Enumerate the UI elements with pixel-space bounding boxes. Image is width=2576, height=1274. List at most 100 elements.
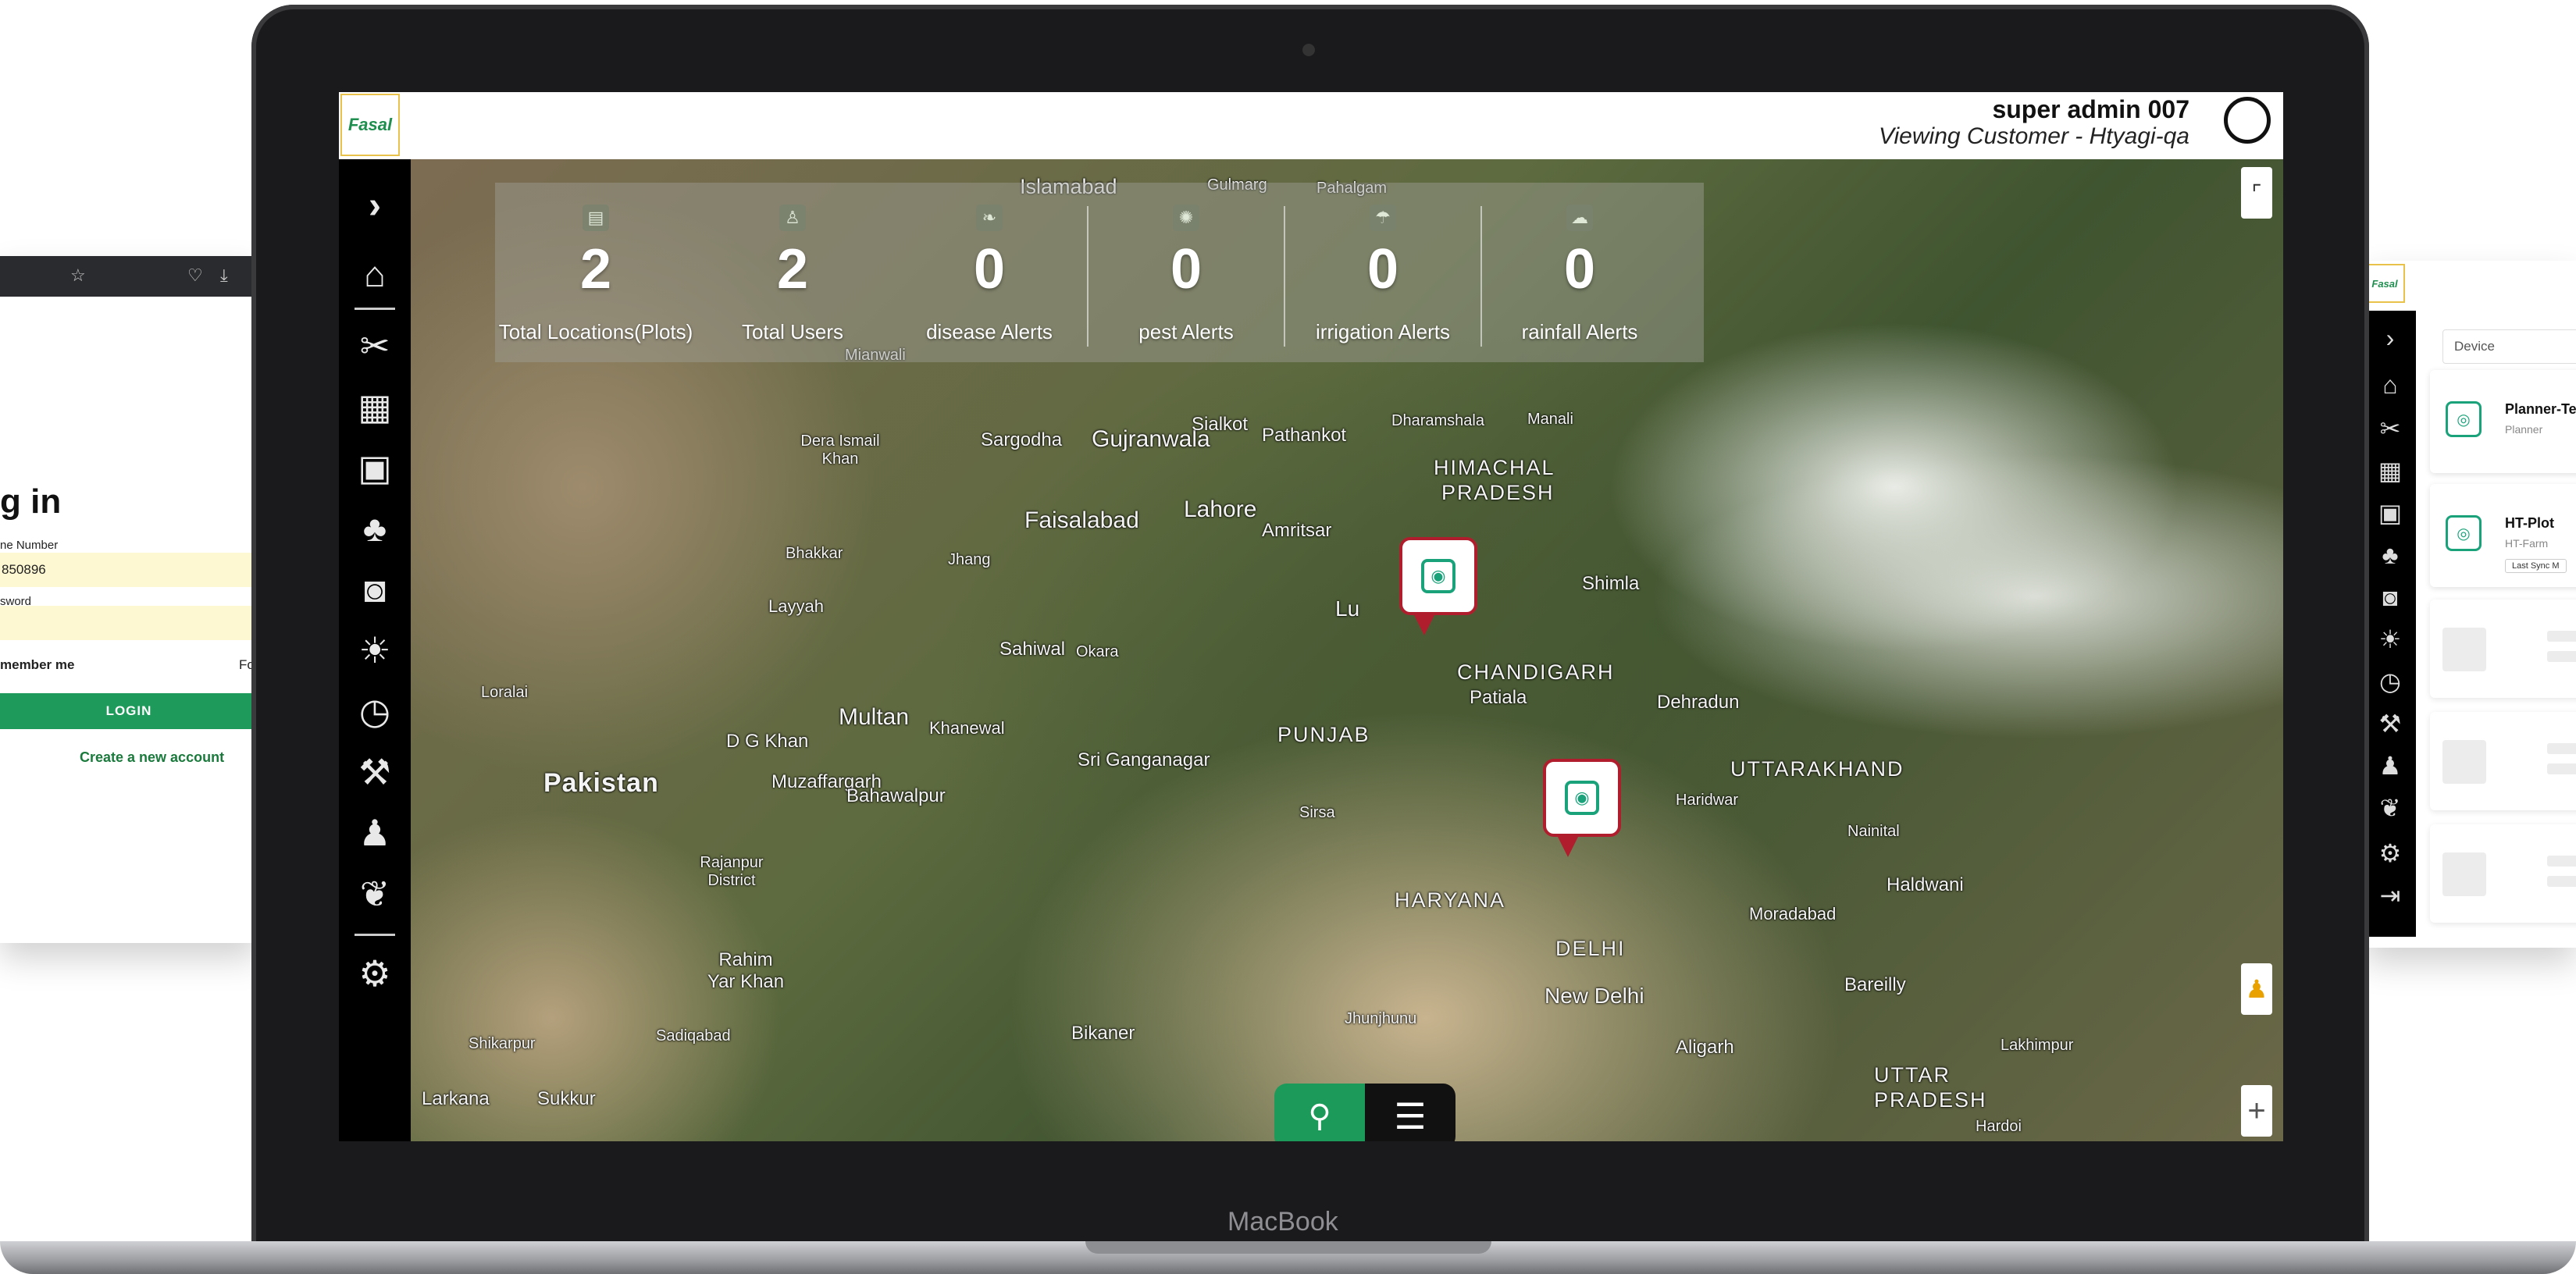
map-label: Sri Ganganagar — [1078, 749, 1210, 770]
farm-icon[interactable]: ▦ — [2364, 451, 2416, 490]
alarm-icon[interactable]: ◷ — [2364, 662, 2416, 701]
map-label: Dehradun — [1657, 692, 1740, 713]
stat-value: 0 — [973, 238, 1006, 301]
map-label: Bikaner — [1071, 1023, 1135, 1044]
team-icon[interactable]: ♟ — [339, 807, 411, 859]
device-marker[interactable]: ◉ — [1543, 759, 1621, 857]
stat-value: 0 — [1366, 238, 1399, 301]
stat-value: 2 — [579, 238, 612, 301]
map-label: UTTAR — [1874, 1063, 1951, 1087]
camera-dot — [1302, 44, 1315, 56]
map-label: Nainital — [1847, 823, 1900, 840]
fasal-logo[interactable]: Fasal — [340, 94, 400, 156]
stat-label: rainfall Alerts — [1521, 320, 1638, 343]
tools-icon[interactable]: ✂ — [2364, 409, 2416, 448]
stat-label: disease Alerts — [926, 320, 1053, 343]
device-card[interactable]: ◎ HT-Plot HT-Farm Last Sync M — [2430, 484, 2576, 587]
satellite-map[interactable]: Islamabad Gulmarg Pahalgam Mianwali Dera… — [411, 159, 2283, 1141]
login-title: g in — [0, 482, 62, 521]
pocket-icon[interactable]: ♡ — [187, 265, 203, 286]
device-card[interactable]: ◎ Planner-Te Planner — [2430, 370, 2576, 473]
map-label: Faisalabad — [1024, 507, 1139, 533]
map-label: Rajanpur District — [700, 854, 764, 889]
farm-icon[interactable]: ▦ — [339, 381, 411, 432]
map-label: Rahim Yar Khan — [707, 949, 785, 992]
device-title: Planner-Te — [2505, 401, 2576, 417]
star-icon[interactable]: ☆ — [70, 265, 86, 286]
stat-value: 0 — [1563, 238, 1596, 301]
remember-me-checkbox[interactable]: member me — [0, 657, 74, 673]
alarm-icon[interactable]: ◷ — [339, 685, 411, 737]
map-label: Bhakkar — [786, 545, 843, 562]
password-input[interactable] — [0, 606, 258, 640]
map-label: D G Khan — [726, 731, 809, 752]
fullscreen-icon[interactable]: ⌜ — [2241, 167, 2272, 219]
map-label: Jhunjhunu — [1345, 1010, 1417, 1027]
street-view-icon[interactable]: ♟ — [2241, 963, 2272, 1015]
map-label: Sadiqabad — [656, 1027, 731, 1044]
zoom-in-button[interactable]: + — [2241, 1085, 2272, 1137]
expand-icon[interactable]: › — [2364, 318, 2416, 358]
settings-icon[interactable]: ⚙ — [2364, 834, 2416, 873]
plant-icon[interactable]: ❦ — [2364, 788, 2416, 827]
device-marker[interactable]: ◉ — [1399, 537, 1477, 635]
home-icon[interactable]: ⌂ — [339, 248, 411, 300]
map-label: Sargodha — [981, 429, 1063, 450]
stat-label: irrigation Alerts — [1316, 320, 1450, 343]
stat-total-users[interactable]: ♙ 2 Total Users — [695, 183, 890, 362]
stat-label: pest Alerts — [1138, 320, 1234, 343]
stat-disease-alerts[interactable]: ❧ 0 disease Alerts — [892, 183, 1087, 362]
map-label: Pathankot — [1262, 425, 1347, 446]
map-label: Haldwani — [1887, 874, 1964, 895]
device-filter-input[interactable]: Device — [2442, 329, 2576, 364]
field-icon[interactable]: ▣ — [339, 442, 411, 493]
home-icon[interactable]: ⌂ — [2364, 365, 2416, 404]
hammer-icon[interactable]: ⚒ — [2364, 704, 2416, 743]
map-label: Amritsar — [1262, 520, 1332, 541]
map-label: PUNJAB — [1277, 723, 1370, 746]
map-label: New Delhi — [1545, 984, 1644, 1008]
stats-overlay: ▤ 2 Total Locations(Plots) ♙ 2 Total Use… — [495, 183, 1704, 362]
laptop-notch — [1085, 1241, 1491, 1254]
stat-total-locations[interactable]: ▤ 2 Total Locations(Plots) — [498, 183, 693, 362]
hammer-icon[interactable]: ⚒ — [339, 746, 411, 798]
map-label: Sialkot — [1192, 414, 1249, 435]
settings-icon[interactable]: ⚙ — [339, 948, 411, 999]
crop-icon[interactable]: ♣ — [339, 503, 411, 554]
map-label: CHANDIGARH — [1457, 660, 1615, 684]
field-icon[interactable]: ▣ — [2364, 493, 2416, 532]
device-list-panel: Fasal › ⌂ ✂ ▦ ▣ ♣ ◙ ☀ ◷ ⚒ ♟ ❦ ⚙ ⇥ Device… — [2364, 261, 2576, 948]
pest-icon: ✺ — [1173, 205, 1199, 231]
stat-irrigation-alerts[interactable]: ☂ 0 irrigation Alerts — [1285, 183, 1480, 362]
map-label: Layyah — [768, 596, 824, 616]
loading-card — [2430, 600, 2576, 698]
map-label: Khanewal — [929, 718, 1005, 738]
bug-icon[interactable]: ☀ — [2364, 620, 2416, 659]
team-icon[interactable]: ♟ — [2364, 746, 2416, 785]
login-button[interactable]: LOGIN — [0, 693, 258, 729]
expand-icon[interactable]: › — [339, 180, 411, 231]
stat-value: 2 — [776, 238, 809, 301]
stat-label: Total Locations(Plots) — [498, 320, 693, 343]
profile-icon[interactable] — [2224, 97, 2271, 144]
tools-icon[interactable]: ✂ — [339, 320, 411, 372]
rainfall-icon: ☁ — [1566, 205, 1593, 231]
stat-rainfall-alerts[interactable]: ☁ 0 rainfall Alerts — [1482, 183, 1677, 362]
map-label: Patiala — [1470, 687, 1527, 708]
map-label: Lu — [1335, 596, 1360, 621]
crop-icon[interactable]: ♣ — [2364, 536, 2416, 575]
stat-label: Total Users — [741, 320, 844, 343]
bug-icon[interactable]: ☀ — [339, 625, 411, 676]
stat-pest-alerts[interactable]: ✺ 0 pest Alerts — [1088, 183, 1284, 362]
create-account-link[interactable]: Create a new account — [80, 749, 224, 766]
disease-icon: ❧ — [976, 205, 1003, 231]
map-view-icon[interactable]: ⚲ — [1274, 1084, 1365, 1141]
camera-icon[interactable]: ◙ — [339, 564, 411, 615]
camera-icon[interactable]: ◙ — [2364, 578, 2416, 617]
sidebar: › ⌂ ✂ ▦ ▣ ♣ ◙ ☀ ◷ ⚒ ♟ ❦ ⚙ — [339, 159, 411, 1141]
logout-icon[interactable]: ⇥ — [2364, 876, 2416, 915]
download-icon[interactable]: ⤓ — [220, 265, 228, 286]
plant-icon[interactable]: ❦ — [339, 868, 411, 920]
list-view-icon[interactable]: ☰ — [1365, 1084, 1455, 1141]
phone-input[interactable]: 850896 — [0, 553, 258, 587]
